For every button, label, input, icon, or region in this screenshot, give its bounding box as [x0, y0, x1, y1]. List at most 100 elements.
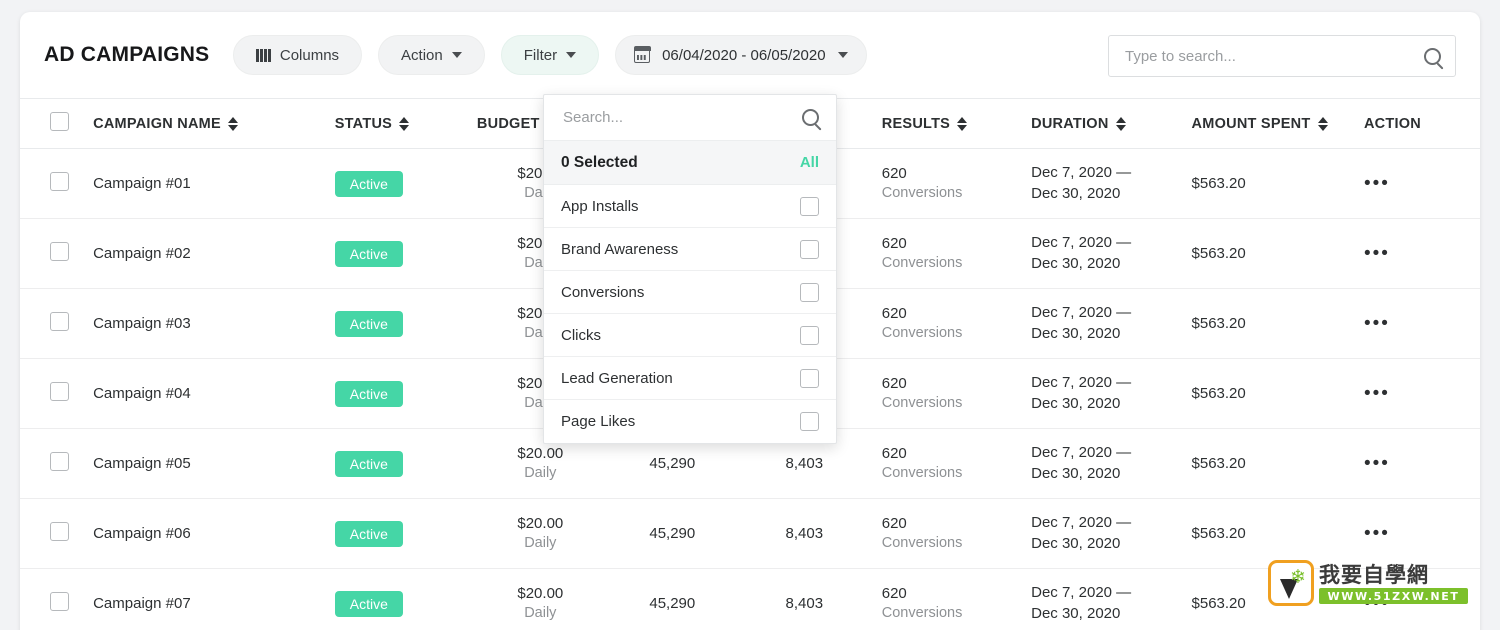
- row-checkbox[interactable]: [50, 312, 69, 331]
- filter-option[interactable]: Conversions: [544, 271, 836, 314]
- results-cell: 620 Conversions: [867, 428, 1026, 499]
- row-action-menu-button[interactable]: •••: [1364, 313, 1390, 334]
- select-all-checkbox[interactable]: [50, 112, 69, 131]
- duration-start: Dec 7, 2020 —: [1031, 584, 1132, 602]
- row-action-menu-button[interactable]: •••: [1364, 383, 1390, 404]
- row-checkbox[interactable]: [50, 592, 69, 611]
- duration-end: Dec 30, 2020: [1031, 534, 1121, 552]
- results-cell: 620 Conversions: [867, 358, 1026, 429]
- columns-button-label: Columns: [279, 46, 340, 64]
- toolbar: AD CAMPAIGNS Columns Action Filter 06/04…: [20, 12, 1480, 98]
- col-amount-spent-label: AMOUNT SPENT: [1191, 115, 1311, 132]
- calendar-icon: [633, 46, 651, 63]
- sort-icon[interactable]: [1317, 116, 1328, 131]
- search-input[interactable]: [1123, 46, 1424, 66]
- search-icon[interactable]: [1424, 47, 1441, 65]
- table-row[interactable]: Campaign #07 Active $20.00 Daily 45,290 8,403…: [20, 568, 1480, 630]
- filter-option-checkbox[interactable]: [800, 368, 819, 388]
- filter-option[interactable]: Brand Awareness: [544, 228, 836, 271]
- search-box[interactable]: [1108, 35, 1456, 77]
- amount-spent-cell: $563.20: [1185, 498, 1348, 569]
- columns-icon: [256, 48, 271, 62]
- filter-option-label: App Installs: [561, 197, 639, 215]
- sort-icon[interactable]: [1115, 116, 1126, 131]
- chevron-down-icon: [451, 52, 462, 58]
- col-duration-label: DURATION: [1031, 115, 1109, 132]
- filter-option-label: Conversions: [561, 283, 645, 301]
- sort-icon[interactable]: [957, 116, 968, 131]
- results-value: 620: [881, 444, 907, 462]
- select-all-link[interactable]: All: [800, 154, 819, 171]
- row-select-cell: [20, 218, 94, 289]
- row-select-cell: [20, 498, 94, 569]
- results-value: 620: [881, 234, 907, 252]
- table-row[interactable]: Campaign #06 Active $20.00 Daily 45,290 8,403…: [20, 498, 1480, 569]
- app-root: AD CAMPAIGNS Columns Action Filter 06/04…: [0, 0, 1500, 630]
- filter-option-checkbox[interactable]: [800, 412, 819, 431]
- col-results-label: RESULTS: [881, 115, 951, 132]
- row-checkbox[interactable]: [50, 242, 69, 261]
- search-icon[interactable]: [802, 109, 819, 126]
- filter-option[interactable]: App Installs: [544, 185, 836, 228]
- filter-search-input[interactable]: [561, 108, 802, 127]
- col-budget-label: BUDGET: [476, 115, 540, 132]
- campaigns-card: AD CAMPAIGNS Columns Action Filter 06/04…: [20, 12, 1480, 630]
- filter-options-list: App Installs Brand Awareness Conversions Cl…: [544, 185, 836, 443]
- row-action-menu-button[interactable]: •••: [1364, 173, 1390, 194]
- sort-icon[interactable]: [227, 116, 238, 131]
- action-button-label: Action: [401, 46, 443, 64]
- duration-end: Dec 30, 2020: [1031, 324, 1121, 342]
- status-badge: Active: [334, 450, 403, 477]
- row-action-cell: •••: [1347, 218, 1480, 289]
- row-checkbox[interactable]: [50, 172, 69, 191]
- duration-start: Dec 7, 2020 —: [1031, 234, 1132, 252]
- selected-count-label: 0 Selected: [561, 153, 638, 171]
- budget-amount: $20.00: [517, 444, 564, 462]
- budget-period: Daily: [524, 534, 557, 551]
- action-button[interactable]: Action: [378, 35, 485, 75]
- filter-option-checkbox[interactable]: [800, 325, 819, 345]
- col-results[interactable]: RESULTS: [867, 98, 1026, 149]
- col-amount-spent[interactable]: AMOUNT SPENT: [1185, 98, 1348, 149]
- sort-icon[interactable]: [399, 116, 410, 131]
- watermark: ❄ 我要自學網 WWW.51ZXW.NET: [1268, 560, 1468, 608]
- col-status[interactable]: STATUS: [334, 98, 477, 149]
- duration-start: Dec 7, 2020 —: [1031, 374, 1132, 392]
- date-range-button[interactable]: 06/04/2020 - 06/05/2020: [615, 35, 867, 75]
- filter-button[interactable]: Filter: [500, 35, 600, 75]
- filter-option[interactable]: Clicks: [544, 314, 836, 357]
- duration-end: Dec 30, 2020: [1031, 254, 1121, 272]
- watermark-url: WWW.51ZXW.NET: [1319, 588, 1468, 605]
- results-value: 620: [881, 514, 907, 532]
- row-checkbox[interactable]: [50, 382, 69, 401]
- row-checkbox[interactable]: [50, 452, 69, 471]
- filter-button-label: Filter: [523, 46, 558, 64]
- duration-start: Dec 7, 2020 —: [1031, 304, 1132, 322]
- filter-option-checkbox[interactable]: [800, 196, 819, 216]
- row-action-menu-button[interactable]: •••: [1364, 243, 1390, 264]
- amount-spent-cell: $563.20: [1185, 358, 1348, 429]
- col-campaign-name[interactable]: CAMPAIGN NAME: [93, 98, 335, 149]
- row-checkbox[interactable]: [50, 522, 69, 541]
- filter-search-box[interactable]: [544, 95, 836, 141]
- results-value: 620: [881, 584, 907, 602]
- duration-cell: Dec 7, 2020 — Dec 30, 2020: [1025, 358, 1186, 429]
- filter-option-checkbox[interactable]: [800, 239, 819, 259]
- col-campaign-name-label: CAMPAIGN NAME: [93, 115, 221, 132]
- filter-option-checkbox[interactable]: [800, 282, 819, 302]
- duration-cell: Dec 7, 2020 — Dec 30, 2020: [1025, 218, 1186, 289]
- status-cell: Active: [334, 358, 477, 429]
- filter-option[interactable]: Page Likes: [544, 400, 836, 443]
- budget-period: Daily: [524, 604, 557, 621]
- filter-option[interactable]: Lead Generation: [544, 357, 836, 400]
- row-action-menu-button[interactable]: •••: [1364, 453, 1390, 474]
- select-all-header: [20, 98, 94, 149]
- filter-option-label: Lead Generation: [561, 369, 673, 387]
- reach-cell: 45,290: [603, 568, 741, 630]
- watermark-logo-icon: ❄: [1268, 560, 1314, 606]
- row-action-menu-button[interactable]: •••: [1364, 523, 1390, 544]
- columns-button[interactable]: Columns: [233, 35, 363, 75]
- budget-period: Daily: [524, 464, 557, 481]
- col-duration[interactable]: DURATION: [1025, 98, 1186, 149]
- results-cell: 620 Conversions: [867, 568, 1026, 630]
